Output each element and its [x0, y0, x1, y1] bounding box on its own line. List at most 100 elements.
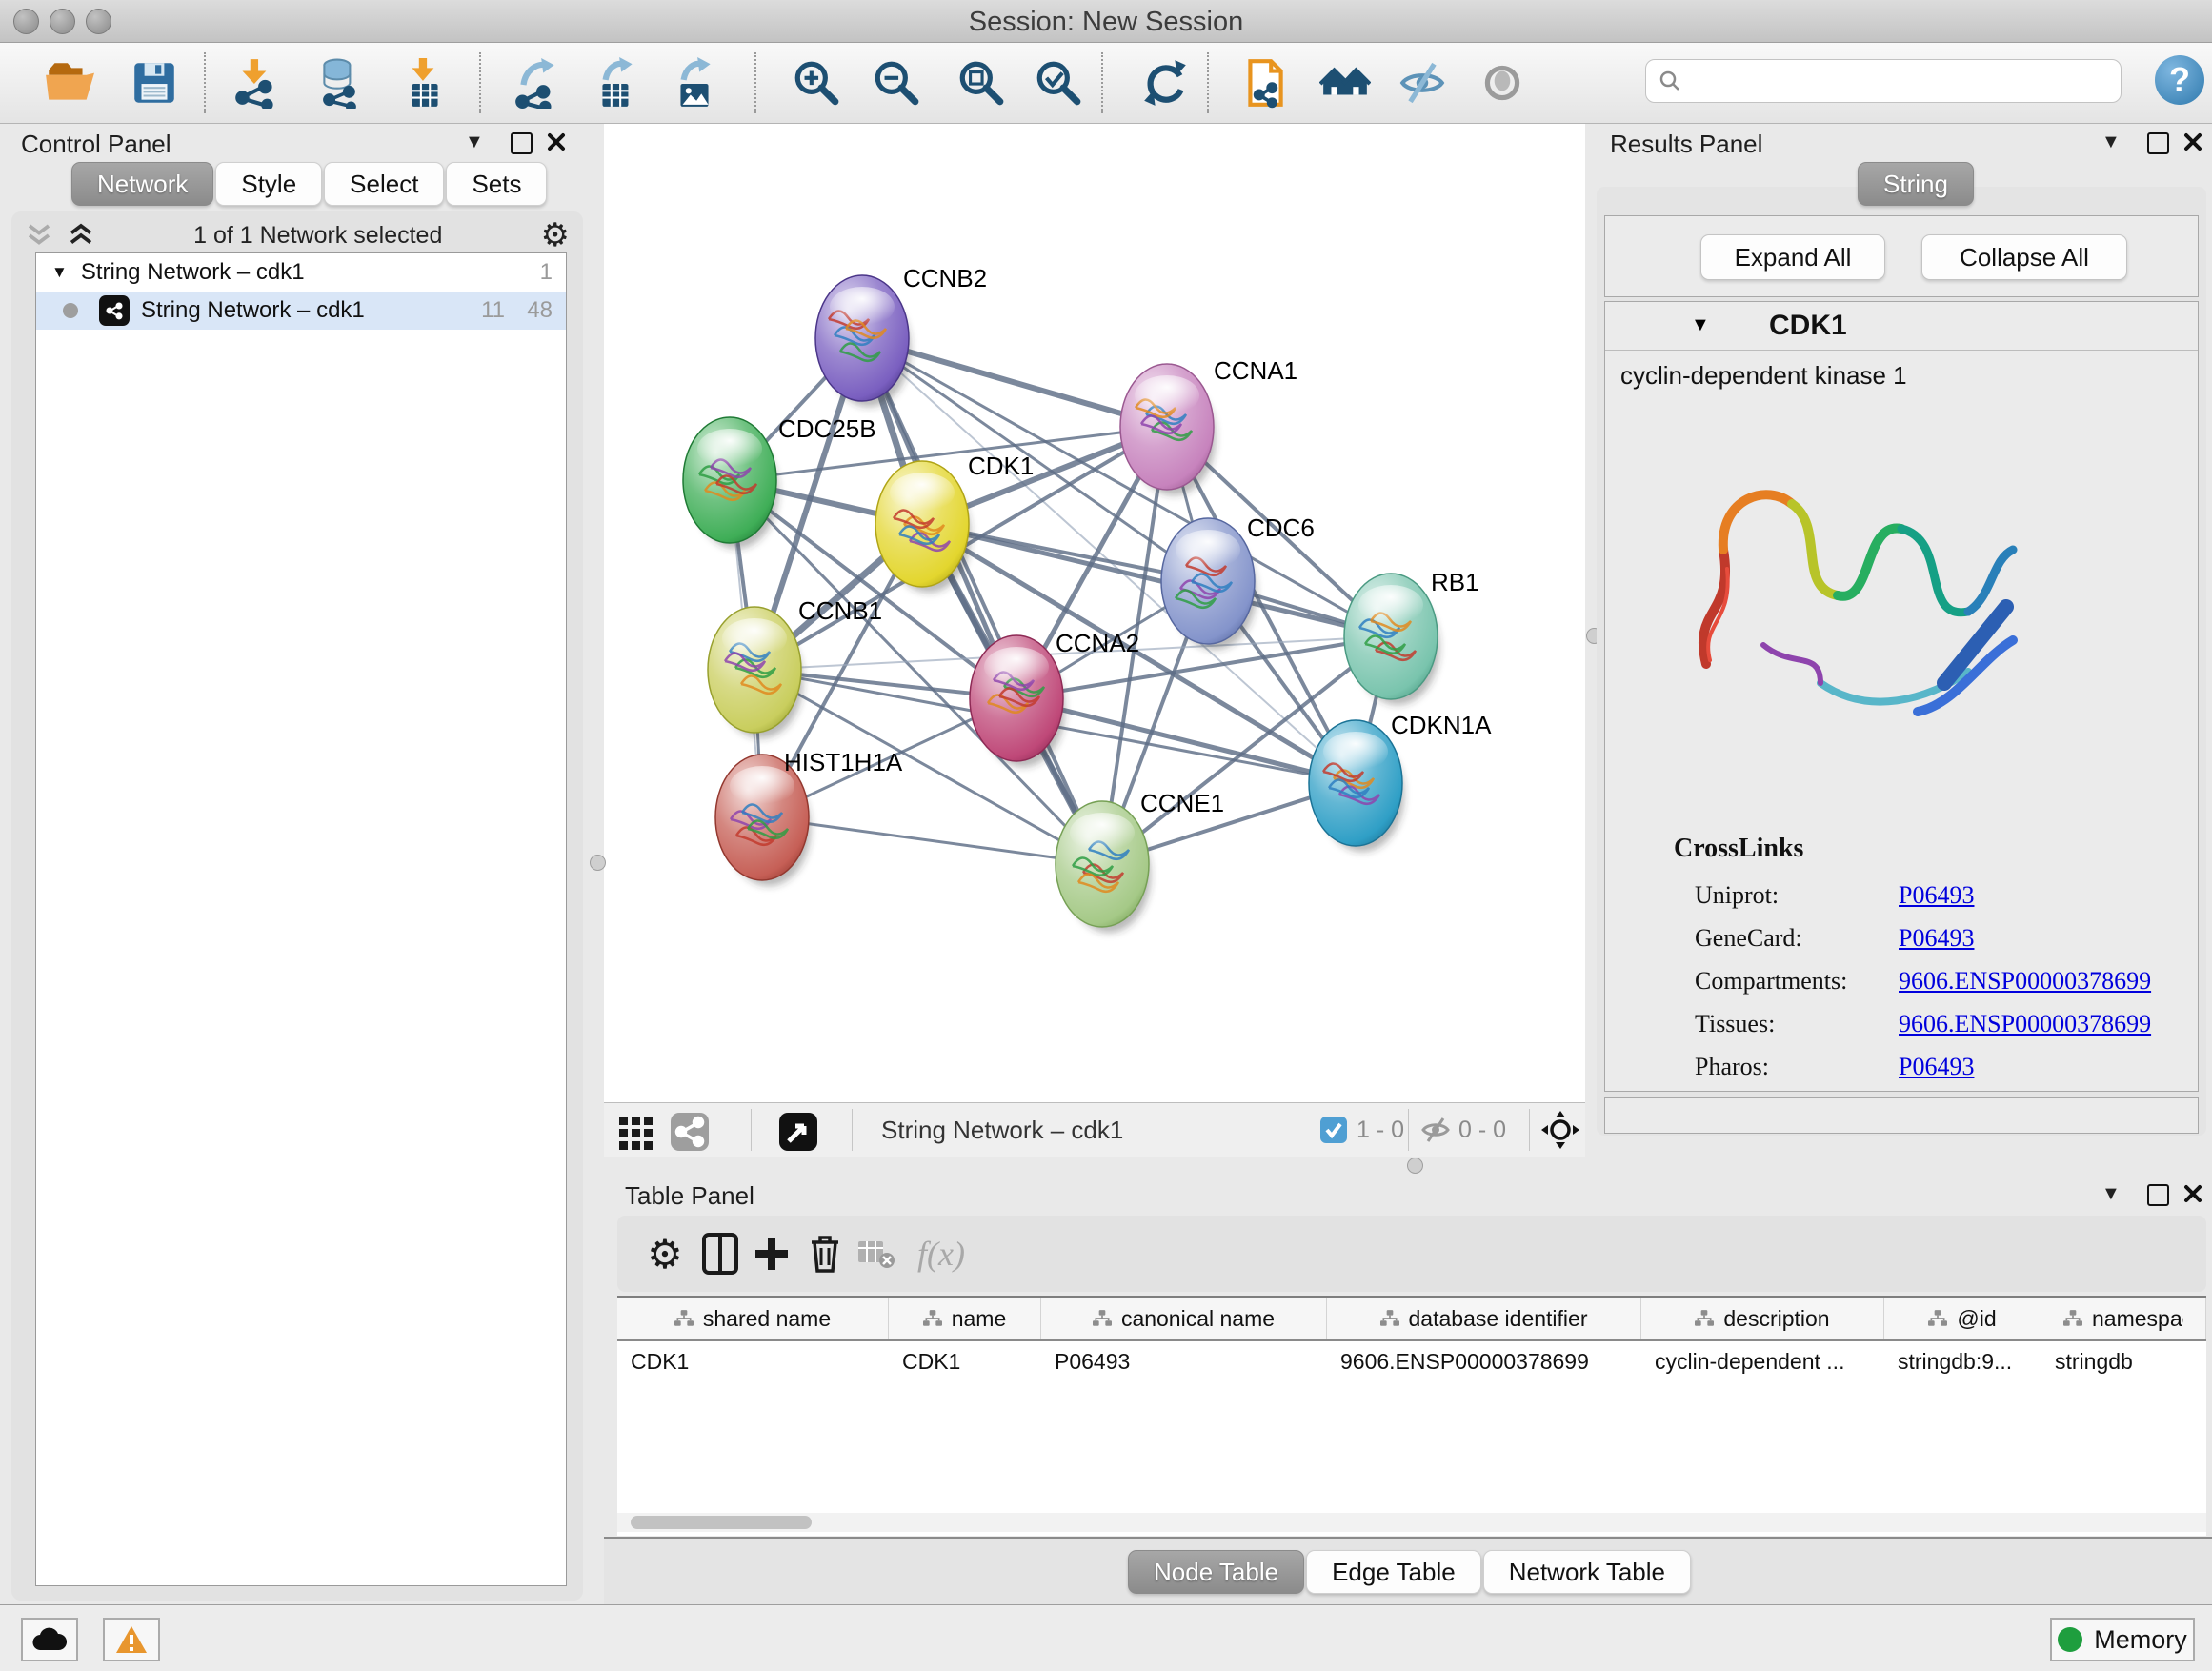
crosslink-link[interactable]: P06493: [1899, 1053, 1974, 1081]
thumbnail-grid-button[interactable]: [612, 1107, 661, 1157]
manual-layout-crosshair-button[interactable]: [1541, 1111, 1579, 1149]
network-edge[interactable]: [862, 338, 1102, 864]
zoom-in-button[interactable]: [789, 54, 844, 111]
warning-status-button[interactable]: [103, 1618, 160, 1661]
tab-style[interactable]: Style: [215, 162, 322, 206]
string-home-button[interactable]: [1317, 54, 1373, 111]
collapse-all-button[interactable]: Collapse All: [1921, 234, 2127, 280]
function-builder-button[interactable]: f(x): [903, 1229, 979, 1278]
results-panel-undock-button[interactable]: [2147, 132, 2169, 154]
control-panel-float-button[interactable]: ▼: [465, 131, 484, 153]
control-panel-undock-button[interactable]: [511, 132, 533, 154]
network-share-button[interactable]: [665, 1107, 714, 1157]
memory-button[interactable]: Memory: [2050, 1618, 2195, 1661]
delete-column-button[interactable]: [800, 1229, 850, 1278]
tab-edge-table[interactable]: Edge Table: [1306, 1550, 1481, 1594]
control-panel-close-button[interactable]: [546, 131, 567, 152]
network-graph[interactable]: CCNB2CCNA1CDC25BCDK1CDC6RB1CCNB1CCNA2CDK…: [604, 124, 1585, 1102]
table-cell[interactable]: CDK1: [617, 1341, 889, 1381]
expand-all-icon[interactable]: [67, 221, 95, 250]
column-header-description[interactable]: description: [1641, 1298, 1884, 1339]
network-node-cdk1[interactable]: CDK1: [875, 452, 1034, 593]
column-header-shared-name[interactable]: shared name: [617, 1298, 889, 1339]
network-row[interactable]: String Network – cdk1 11 48: [36, 292, 566, 330]
left-splitter-handle[interactable]: [590, 855, 606, 871]
create-column-button[interactable]: [747, 1229, 796, 1278]
table-horizontal-scrollbar[interactable]: [617, 1513, 2206, 1532]
results-panel-float-button[interactable]: ▼: [2101, 131, 2121, 153]
crosslink-link[interactable]: P06493: [1899, 881, 1974, 910]
crosslink-link[interactable]: P06493: [1899, 924, 1974, 953]
network-node-cdkn1a[interactable]: CDKN1A: [1309, 711, 1492, 852]
tab-node-table[interactable]: Node Table: [1128, 1550, 1304, 1594]
expand-all-button[interactable]: Expand All: [1700, 234, 1885, 280]
import-network-from-file-button[interactable]: [229, 54, 284, 111]
import-network-from-database-button[interactable]: [312, 54, 368, 111]
hide-selected-button[interactable]: [1395, 54, 1450, 111]
network-node-cdc25b[interactable]: CDC25B: [683, 414, 876, 549]
tab-select[interactable]: Select: [324, 162, 444, 206]
column-header-namespace[interactable]: namespace: [2041, 1298, 2206, 1339]
open-session-button[interactable]: [41, 54, 96, 111]
network-node-ccnb1[interactable]: CCNB1: [708, 596, 882, 738]
help-button[interactable]: ?: [2155, 55, 2204, 105]
table-row[interactable]: CDK1CDK1P064939606.ENSP00000378699cyclin…: [617, 1341, 2206, 1381]
collection-label: String Network – cdk1: [81, 259, 305, 286]
network-edge[interactable]: [762, 817, 1102, 864]
cloud-status-button[interactable]: [21, 1618, 78, 1661]
column-header-canonical-name[interactable]: canonical name: [1041, 1298, 1327, 1339]
save-session-button[interactable]: [127, 54, 182, 111]
export-image-button[interactable]: [667, 54, 722, 111]
show-columns-button[interactable]: [695, 1229, 745, 1278]
search-input[interactable]: [1682, 67, 2096, 95]
table-panel-undock-button[interactable]: [2147, 1184, 2169, 1206]
tab-network[interactable]: Network: [71, 162, 213, 206]
table-cell[interactable]: stringdb: [2041, 1341, 2206, 1381]
zoom-out-button[interactable]: [869, 54, 924, 111]
network-canvas[interactable]: CCNB2CCNA1CDC25BCDK1CDC6RB1CCNB1CCNA2CDK…: [604, 124, 1585, 1102]
refresh-layout-button[interactable]: [1137, 54, 1193, 111]
column-header-name[interactable]: name: [889, 1298, 1041, 1339]
table-cell[interactable]: stringdb:9...: [1884, 1341, 2041, 1381]
crosslink-link[interactable]: 9606.ENSP00000378699: [1899, 1010, 2151, 1038]
table-cell[interactable]: 9606.ENSP00000378699: [1327, 1341, 1641, 1381]
delete-table-button[interactable]: [852, 1229, 901, 1278]
scrollbar-thumb[interactable]: [631, 1516, 812, 1529]
column-header--id[interactable]: @id: [1884, 1298, 2041, 1339]
table-cell[interactable]: CDK1: [889, 1341, 1041, 1381]
network-collection-row[interactable]: ▼ String Network – cdk1 1: [36, 253, 566, 292]
birdseye-view-button[interactable]: [774, 1107, 823, 1157]
collapse-all-icon[interactable]: [25, 221, 53, 250]
network-node-ccne1[interactable]: CCNE1: [1056, 789, 1224, 933]
table-panel-close-button[interactable]: [2182, 1183, 2203, 1204]
zoom-fit-button[interactable]: [954, 54, 1009, 111]
table-cell[interactable]: P06493: [1041, 1341, 1327, 1381]
zoom-selected-button[interactable]: [1031, 54, 1086, 111]
string-protein-query-button[interactable]: [1237, 54, 1293, 111]
table-cell[interactable]: cyclin-dependent ...: [1641, 1341, 1884, 1381]
gene-section-header[interactable]: ▼ CDK1: [1605, 302, 2198, 351]
gene-collapse-icon[interactable]: ▼: [1691, 314, 1710, 336]
selected-checkbox-icon[interactable]: [1319, 1116, 1348, 1144]
table-panel-float-button[interactable]: ▼: [2101, 1183, 2121, 1205]
tab-network-table[interactable]: Network Table: [1483, 1550, 1691, 1594]
export-table-button[interactable]: [589, 54, 644, 111]
show-all-button[interactable]: [1475, 54, 1530, 111]
results-panel-close-button[interactable]: [2182, 131, 2203, 152]
network-node-rb1[interactable]: RB1: [1344, 568, 1479, 705]
import-table-from-file-button[interactable]: [396, 54, 452, 111]
network-node-hist1h1a[interactable]: HIST1H1A: [715, 748, 903, 886]
tab-sets[interactable]: Sets: [446, 162, 547, 206]
tab-string[interactable]: String: [1858, 162, 1974, 206]
column-header-database-identifier[interactable]: database identifier: [1327, 1298, 1641, 1339]
network-options-gear-icon[interactable]: ⚙: [541, 216, 570, 254]
results-next-section-peek: [1604, 1097, 2199, 1134]
export-network-button[interactable]: [510, 54, 565, 111]
bottom-splitter-handle[interactable]: [1407, 1158, 1423, 1174]
network-node-ccnb2[interactable]: CCNB2: [815, 264, 987, 407]
network-node-ccna1[interactable]: CCNA1: [1120, 356, 1297, 495]
table-settings-gear-button[interactable]: ⚙: [640, 1229, 690, 1278]
network-node-ccna2[interactable]: CCNA2: [970, 629, 1139, 767]
collection-expand-icon[interactable]: ▼: [51, 263, 68, 282]
crosslink-link[interactable]: 9606.ENSP00000378699: [1899, 967, 2151, 996]
